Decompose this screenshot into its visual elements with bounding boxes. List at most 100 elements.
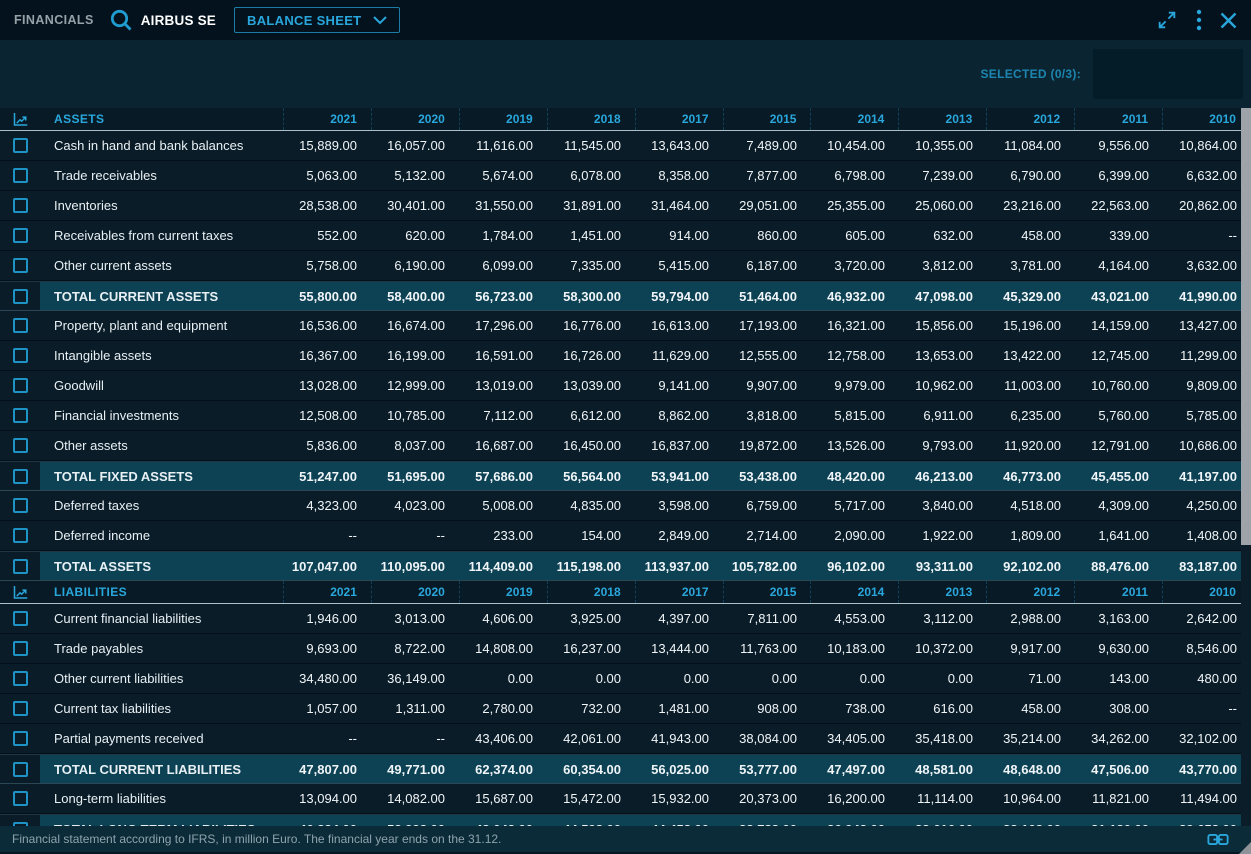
cell-value: 12,555.00 — [723, 341, 811, 370]
cell-value: 16,776.00 — [547, 311, 635, 340]
section-title: ASSETS — [40, 108, 283, 130]
row-label: TOTAL CURRENT ASSETS — [40, 282, 283, 310]
cell-value: 92,102.00 — [987, 552, 1075, 580]
cell-value: 51,464.00 — [723, 282, 811, 310]
row-checkbox[interactable] — [13, 559, 28, 574]
cell-value: 56,564.00 — [547, 462, 635, 490]
cell-value: 2,090.00 — [811, 521, 899, 550]
row-checkbox[interactable] — [13, 438, 28, 453]
row-checkbox[interactable] — [13, 198, 28, 213]
cell-value: 46,932.00 — [811, 282, 899, 310]
expand-icon[interactable] — [1156, 9, 1178, 31]
year-column-header: 2013 — [898, 108, 986, 130]
table-row: Trade payables9,693.008,722.0014,808.001… — [0, 634, 1251, 664]
cell-value: 48,581.00 — [899, 755, 987, 783]
cell-value: 31,464.00 — [635, 191, 723, 220]
section-header-row: LIABILITIES20212020201920182017201520142… — [0, 581, 1251, 604]
cell-value: 58,300.00 — [547, 282, 635, 310]
checkbox-cell — [0, 664, 40, 693]
cell-value: -- — [371, 724, 459, 753]
cell-value: -- — [1163, 694, 1251, 723]
cell-value: 41,990.00 — [1163, 282, 1251, 310]
year-column-header: 2010 — [1162, 108, 1251, 130]
row-checkbox[interactable] — [13, 762, 28, 777]
cell-value: 5,760.00 — [1075, 401, 1163, 430]
cell-value: 6,759.00 — [723, 491, 811, 520]
cell-value: 3,812.00 — [899, 251, 987, 280]
cell-value: 16,057.00 — [371, 131, 459, 160]
row-checkbox[interactable] — [13, 701, 28, 716]
cell-value: 55,800.00 — [283, 282, 371, 310]
cell-value: 154.00 — [547, 521, 635, 550]
cell-value: 10,785.00 — [371, 401, 459, 430]
row-checkbox[interactable] — [13, 408, 28, 423]
row-checkbox[interactable] — [13, 228, 28, 243]
cell-value: 3,840.00 — [899, 491, 987, 520]
row-checkbox[interactable] — [13, 138, 28, 153]
cell-value: 10,355.00 — [899, 131, 987, 160]
cell-value: 11,003.00 — [987, 371, 1075, 400]
row-checkbox[interactable] — [13, 731, 28, 746]
row-checkbox[interactable] — [13, 289, 28, 304]
cell-value: 552.00 — [283, 221, 371, 250]
cell-value: 10,864.00 — [1163, 131, 1251, 160]
checkbox-cell — [0, 251, 40, 280]
checkbox-cell — [0, 311, 40, 340]
cell-value: 308.00 — [1075, 694, 1163, 723]
selection-band: SELECTED (0/3): — [0, 40, 1251, 108]
statement-type-dropdown[interactable]: BALANCE SHEET — [234, 7, 400, 33]
row-checkbox[interactable] — [13, 348, 28, 363]
cell-value: -- — [1163, 221, 1251, 250]
kebab-menu-icon[interactable] — [1196, 9, 1202, 31]
row-checkbox[interactable] — [13, 168, 28, 183]
cell-value: 11,299.00 — [1163, 341, 1251, 370]
cell-value: 115,198.00 — [547, 552, 635, 580]
table-row: Receivables from current taxes552.00620.… — [0, 221, 1251, 251]
row-checkbox[interactable] — [13, 378, 28, 393]
row-label: Receivables from current taxes — [40, 221, 283, 250]
cell-value: 51,247.00 — [283, 462, 371, 490]
cell-value: 0.00 — [547, 664, 635, 693]
chart-icon[interactable] — [11, 583, 30, 601]
vertical-scrollbar-thumb[interactable] — [1241, 108, 1251, 545]
cell-value: 10,372.00 — [899, 634, 987, 663]
vertical-scrollbar-track[interactable] — [1241, 108, 1251, 826]
cell-value: 8,546.00 — [1163, 634, 1251, 663]
cell-value: 1,922.00 — [899, 521, 987, 550]
row-checkbox[interactable] — [13, 528, 28, 543]
cell-value: 13,653.00 — [899, 341, 987, 370]
row-checkbox[interactable] — [13, 318, 28, 333]
close-icon[interactable] — [1220, 12, 1237, 29]
row-label: Property, plant and equipment — [40, 311, 283, 340]
cell-value: 11,629.00 — [635, 341, 723, 370]
cell-value: 4,835.00 — [547, 491, 635, 520]
cell-value: 12,791.00 — [1075, 431, 1163, 460]
cell-value: 96,102.00 — [811, 552, 899, 580]
chart-icon[interactable] — [11, 110, 30, 128]
cell-value: 48,420.00 — [811, 462, 899, 490]
year-column-header: 2021 — [283, 108, 371, 130]
cell-value: 143.00 — [1075, 664, 1163, 693]
row-checkbox[interactable] — [13, 611, 28, 626]
cell-value: 6,632.00 — [1163, 161, 1251, 190]
link-icon[interactable] — [1207, 833, 1229, 846]
row-checkbox[interactable] — [13, 791, 28, 806]
checkbox-cell — [0, 282, 40, 310]
row-checkbox[interactable] — [13, 469, 28, 484]
cell-value: 13,427.00 — [1163, 311, 1251, 340]
cell-value: 8,722.00 — [371, 634, 459, 663]
checkbox-cell — [0, 724, 40, 753]
row-checkbox[interactable] — [13, 641, 28, 656]
row-checkbox[interactable] — [13, 671, 28, 686]
cell-value: 6,190.00 — [371, 251, 459, 280]
table-row: Goodwill13,028.0012,999.0013,019.0013,03… — [0, 371, 1251, 401]
table-row: Trade receivables5,063.005,132.005,674.0… — [0, 161, 1251, 191]
row-checkbox[interactable] — [13, 498, 28, 513]
search-icon[interactable] — [108, 7, 134, 33]
row-checkbox[interactable] — [13, 258, 28, 273]
year-column-header: 2018 — [547, 581, 635, 603]
resize-grip[interactable] — [1239, 842, 1251, 854]
cell-value: 9,630.00 — [1075, 634, 1163, 663]
table-row: Current financial liabilities1,946.003,0… — [0, 604, 1251, 634]
cell-value: 25,355.00 — [811, 191, 899, 220]
